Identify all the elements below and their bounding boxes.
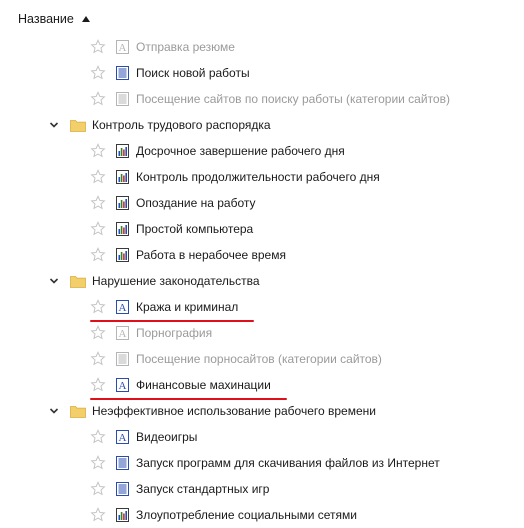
star-favorite-icon[interactable] xyxy=(90,481,106,497)
list-icon xyxy=(116,92,129,106)
tree-item-row[interactable]: Посещение сайтов по поиску работы (катег… xyxy=(90,89,450,109)
list-icon xyxy=(116,352,129,366)
list-icon xyxy=(116,66,129,80)
item-label: Кража и криминал xyxy=(136,300,239,314)
sort-ascending-icon xyxy=(81,16,90,22)
bar-chart-icon xyxy=(116,170,129,184)
text-icon: A xyxy=(116,326,129,340)
tree-item-row[interactable]: Злоупотребление социальными сетями xyxy=(90,505,357,525)
svg-text:A: A xyxy=(119,328,127,340)
text-icon: A xyxy=(116,378,129,392)
tree-item-row[interactable]: Опоздание на работу xyxy=(90,193,256,213)
red-annotation-underline xyxy=(90,320,255,322)
star-favorite-icon[interactable] xyxy=(90,91,106,107)
chevron-down-icon[interactable] xyxy=(48,275,60,287)
tree-item-row[interactable]: A Видеоигры xyxy=(90,427,197,447)
list-icon xyxy=(116,456,129,470)
tree-item-row[interactable]: Простой компьютера xyxy=(90,219,253,239)
item-label: Финансовые махинации xyxy=(136,378,271,392)
tree-folder-row[interactable]: Нарушение законодательства xyxy=(48,271,260,291)
list-icon xyxy=(116,482,129,496)
tree-item-row[interactable]: Контроль продолжительности рабочего дня xyxy=(90,167,380,187)
folder-label: Нарушение законодательства xyxy=(92,274,260,288)
star-favorite-icon[interactable] xyxy=(90,455,106,471)
star-favorite-icon[interactable] xyxy=(90,65,106,81)
star-favorite-icon[interactable] xyxy=(90,247,106,263)
folder-label: Контроль трудового распорядка xyxy=(92,118,271,132)
tree-item-row[interactable]: Досрочное завершение рабочего дня xyxy=(90,141,345,161)
tree-folder-row[interactable]: Неэффективное использование рабочего вре… xyxy=(48,401,376,421)
star-favorite-icon[interactable] xyxy=(90,221,106,237)
item-label: Досрочное завершение рабочего дня xyxy=(136,144,345,158)
text-icon: A xyxy=(116,430,129,444)
star-favorite-icon[interactable] xyxy=(90,169,106,185)
star-favorite-icon[interactable] xyxy=(90,507,106,523)
tree-item-row[interactable]: A Порнография xyxy=(90,323,212,343)
bar-chart-icon xyxy=(116,196,129,210)
item-label: Простой компьютера xyxy=(136,222,254,236)
star-favorite-icon[interactable] xyxy=(90,39,106,55)
item-label: Поиск новой работы xyxy=(136,66,250,80)
folder-icon xyxy=(70,275,86,288)
star-favorite-icon[interactable] xyxy=(90,351,106,367)
item-label: Видеоигры xyxy=(136,430,198,444)
tree-item-row[interactable]: Поиск новой работы xyxy=(90,63,250,83)
svg-text:A: A xyxy=(119,42,127,54)
tree-item-row[interactable]: Посещение порносайтов (категории сайтов) xyxy=(90,349,382,369)
bar-chart-icon xyxy=(116,248,129,262)
star-favorite-icon[interactable] xyxy=(90,325,106,341)
chevron-down-icon[interactable] xyxy=(48,405,60,417)
folder-icon xyxy=(70,119,86,132)
chevron-down-icon[interactable] xyxy=(48,119,60,131)
text-icon: A xyxy=(116,300,129,314)
bar-chart-icon xyxy=(116,508,129,522)
star-favorite-icon[interactable] xyxy=(90,143,106,159)
item-label: Работа в нерабочее время xyxy=(136,248,286,262)
item-label: Опоздание на работу xyxy=(136,196,256,210)
red-annotation-underline xyxy=(90,398,287,400)
folder-icon xyxy=(70,405,86,418)
svg-text:A: A xyxy=(119,380,127,392)
tree-folder-row[interactable]: Контроль трудового распорядка xyxy=(48,115,271,135)
column-header-name[interactable]: Название xyxy=(18,10,90,28)
bar-chart-icon xyxy=(116,144,129,158)
tree-item-row[interactable]: A Отправка резюме xyxy=(90,37,235,57)
tree-item-row[interactable]: Запуск стандартных игр xyxy=(90,479,269,499)
item-label: Контроль продолжительности рабочего дня xyxy=(136,170,380,184)
item-label: Посещение порносайтов (категории сайтов) xyxy=(136,352,382,366)
svg-text:A: A xyxy=(119,432,127,444)
star-favorite-icon[interactable] xyxy=(90,429,106,445)
column-title: Название xyxy=(18,12,74,26)
folder-label: Неэффективное использование рабочего вре… xyxy=(92,404,376,418)
star-favorite-icon[interactable] xyxy=(90,195,106,211)
item-label: Запуск стандартных игр xyxy=(136,482,270,496)
item-label: Посещение сайтов по поиску работы (катег… xyxy=(136,92,450,106)
item-label: Злоупотребление социальными сетями xyxy=(136,508,357,522)
star-favorite-icon[interactable] xyxy=(90,377,106,393)
tree-item-row[interactable]: Работа в нерабочее время xyxy=(90,245,286,265)
item-label: Отправка резюме xyxy=(136,40,235,54)
svg-text:A: A xyxy=(119,302,127,314)
tree-item-row[interactable]: Запуск программ для скачивания файлов из… xyxy=(90,453,440,473)
tree-item-row[interactable]: A Кража и криминал xyxy=(90,297,238,317)
star-favorite-icon[interactable] xyxy=(90,299,106,315)
bar-chart-icon xyxy=(116,222,129,236)
tree-item-row[interactable]: A Финансовые махинации xyxy=(90,375,271,395)
item-label: Запуск программ для скачивания файлов из… xyxy=(136,456,440,470)
item-label: Порнография xyxy=(136,326,213,340)
text-icon: A xyxy=(116,40,129,54)
